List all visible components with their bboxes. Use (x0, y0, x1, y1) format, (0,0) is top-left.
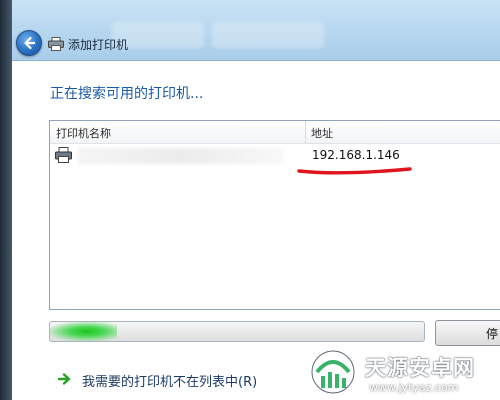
printer-icon (48, 37, 64, 51)
window-title: 添加打印机 (68, 38, 129, 52)
progress-fill (50, 322, 118, 341)
column-divider[interactable] (305, 121, 306, 143)
watermark: 天源安卓网 www.jytyaz.com (305, 348, 500, 400)
column-header-address[interactable]: 地址 (311, 125, 333, 141)
searching-heading: 正在搜索可用的打印机... (50, 86, 204, 102)
site-logo-icon (311, 350, 355, 394)
red-annotation-underline (297, 167, 412, 175)
stop-button[interactable]: 停 (435, 320, 500, 346)
blurred-background (212, 22, 324, 48)
add-printer-dialog: 添加打印机 正在搜索可用的打印机... 打印机名称 地址 192.168.1.1… (12, 0, 500, 400)
back-button[interactable] (16, 30, 42, 56)
printer-address: 192.168.1.146 (312, 148, 400, 162)
search-progress-bar (49, 321, 425, 342)
desktop-edge (0, 0, 12, 400)
watermark-title: 天源安卓网 (365, 356, 475, 380)
not-listed-link-text[interactable]: 我需要的打印机不在列表中(R) (82, 371, 257, 390)
list-header: 打印机名称 地址 (50, 121, 500, 144)
list-item[interactable]: 192.168.1.146 (50, 144, 500, 168)
printer-list[interactable]: 打印机名称 地址 192.168.1.146 (49, 120, 500, 310)
green-arrow-icon (58, 373, 71, 385)
back-arrow-icon (24, 36, 36, 50)
column-header-name[interactable]: 打印机名称 (56, 125, 111, 141)
printer-icon (55, 147, 72, 163)
title-bar: 添加打印机 (12, 0, 500, 61)
watermark-url: www.jytyaz.com (369, 381, 459, 394)
printer-name-blurred (78, 148, 283, 164)
